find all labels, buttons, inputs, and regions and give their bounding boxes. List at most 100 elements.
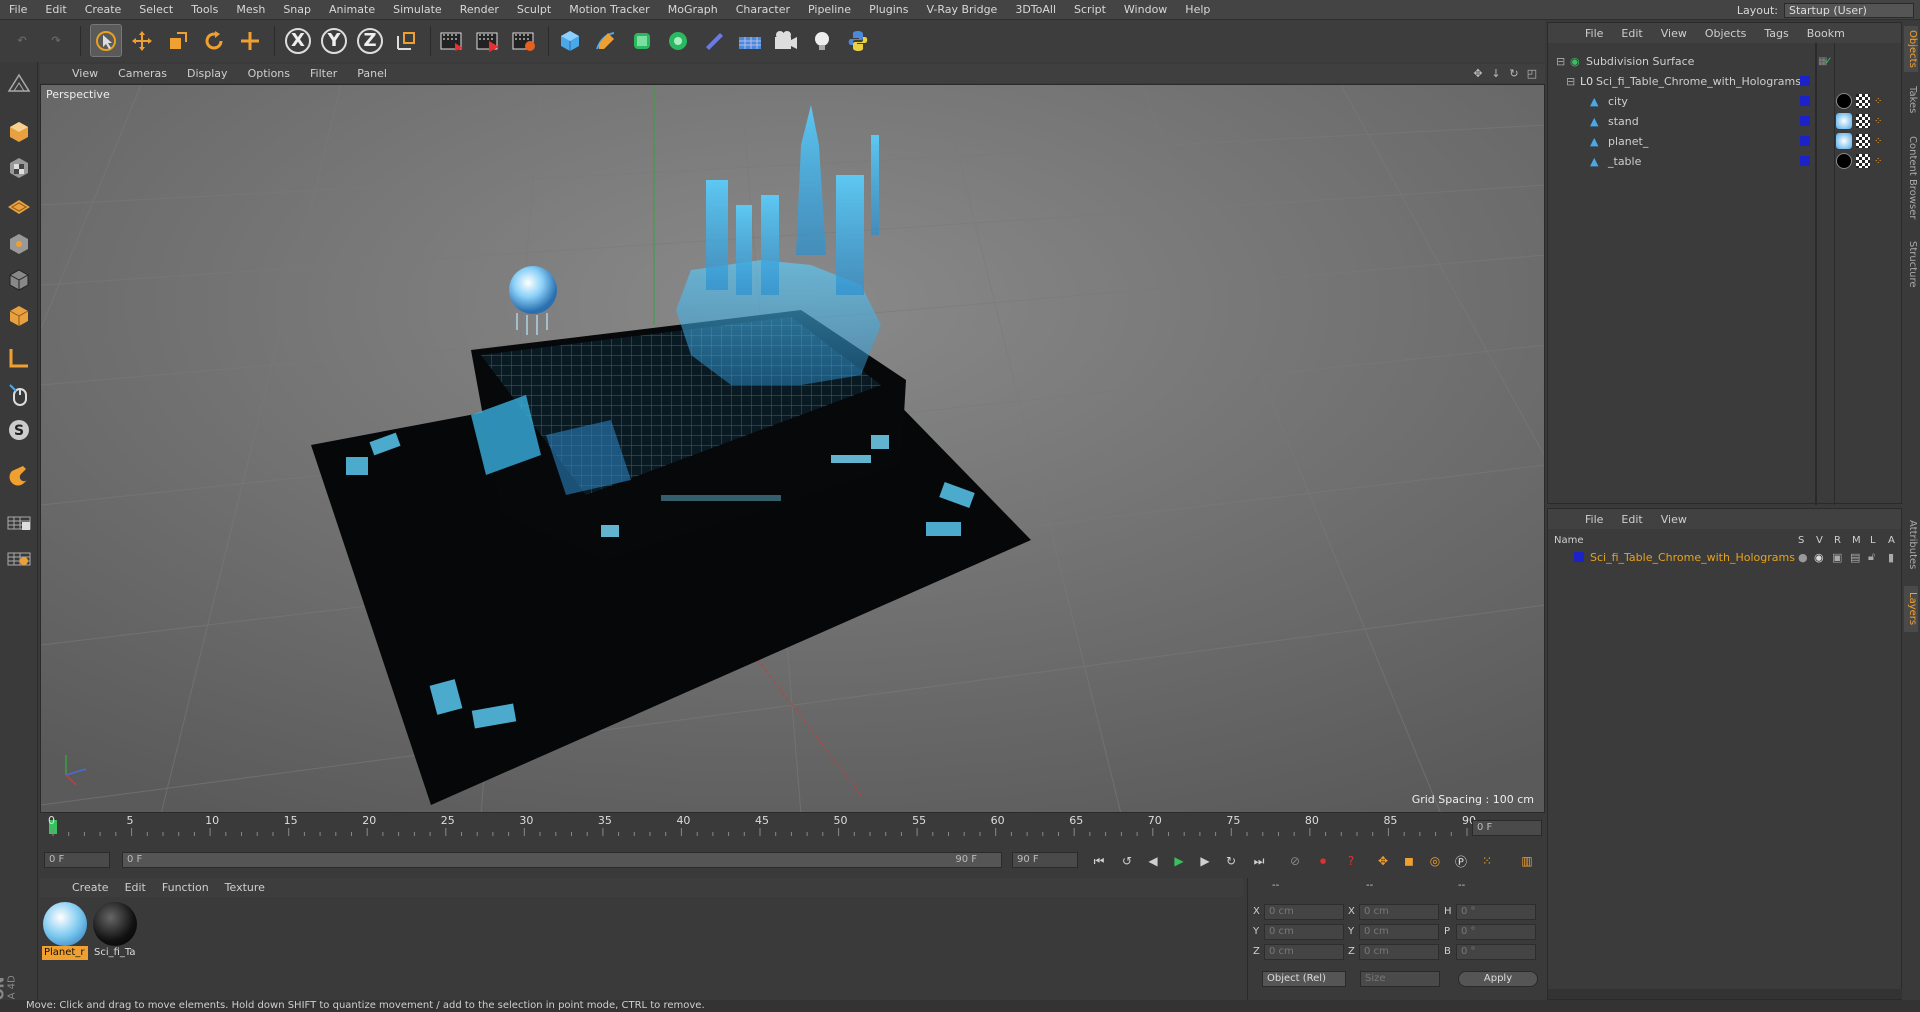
layer-menu-edit[interactable]: Edit [1612, 513, 1651, 526]
next-frame-icon[interactable]: ▶ [1194, 850, 1216, 872]
key-scale-icon[interactable]: ◼ [1398, 850, 1420, 872]
key-param-icon[interactable]: Ⓟ [1450, 850, 1472, 872]
end-frame-field[interactable]: 90 F [1012, 852, 1078, 868]
layer-scrollbar[interactable] [1548, 989, 1903, 999]
viewport-menu-view[interactable]: View [62, 67, 108, 80]
layer-menu-file[interactable]: File [1576, 513, 1612, 526]
tab-content-browser[interactable]: Content Browser [1904, 128, 1918, 228]
model-mode-icon[interactable] [3, 116, 35, 148]
menu-vray-bridge[interactable]: V-Ray Bridge [917, 3, 1006, 16]
coord-field-sz[interactable]: 0 cm [1359, 944, 1439, 960]
menu-3dtoall[interactable]: 3DToAll [1006, 3, 1065, 16]
layer-color-swatch[interactable] [1800, 96, 1810, 106]
layer-menu-view[interactable]: View [1652, 513, 1696, 526]
mograph-cloner-icon[interactable] [662, 24, 694, 57]
workplane-mode-icon[interactable] [3, 188, 35, 220]
prev-key-icon[interactable]: ↺ [1116, 850, 1138, 872]
object-row-scifi-table[interactable]: ⊟ L0 Sci_fi_Table_Chrome_with_Holograms [1548, 71, 1903, 91]
prev-frame-icon[interactable]: ◀ [1142, 850, 1164, 872]
layer-color-swatch[interactable] [1800, 136, 1810, 146]
viewport-dolly-icon[interactable]: ↓ [1489, 66, 1503, 80]
move-tool-icon[interactable] [126, 24, 158, 57]
floor-environment-icon[interactable] [734, 24, 766, 57]
tweak-mode-icon[interactable] [3, 378, 35, 410]
live-select-icon[interactable] [234, 24, 266, 57]
texture-mode-icon[interactable] [3, 152, 35, 184]
key-pla-icon[interactable]: ⁙ [1476, 850, 1498, 872]
tab-objects[interactable]: Objects [1904, 26, 1918, 72]
object-row-subdivision[interactable]: ⊟ ◉ Subdivision Surface ▦ ✓ [1548, 51, 1903, 71]
menu-character[interactable]: Character [727, 3, 799, 16]
viewport-menu-panel[interactable]: Panel [347, 67, 397, 80]
expand-icon[interactable]: ⊟ [1566, 75, 1575, 88]
menu-window[interactable]: Window [1115, 3, 1176, 16]
rotate-tool-icon[interactable] [198, 24, 230, 57]
layer-row[interactable]: Sci_fi_Table_Chrome_with_Holograms ● ◉ ▣… [1548, 547, 1903, 567]
scale-tool-icon[interactable] [162, 24, 194, 57]
key-rotation-icon[interactable]: ◎ [1424, 850, 1446, 872]
coord-field-px[interactable]: 0 cm [1264, 904, 1344, 920]
uvw-tag-icon[interactable]: ⁘ [1874, 136, 1882, 147]
layer-color-swatch[interactable] [1574, 552, 1584, 562]
viewport-move-icon[interactable]: ✥ [1471, 66, 1485, 80]
object-row-planet[interactable]: ▲ planet_ ⁘ [1548, 131, 1903, 151]
menu-mograph[interactable]: MoGraph [659, 3, 727, 16]
render-settings-icon[interactable] [508, 24, 540, 57]
viewport-menu-options[interactable]: Options [238, 67, 300, 80]
phong-tag-icon[interactable] [1856, 134, 1870, 148]
render-picture-viewer-icon[interactable] [472, 24, 504, 57]
goto-start-icon[interactable]: ⏮ [1088, 850, 1110, 872]
record-keys-icon[interactable]: ⊘ [1284, 850, 1306, 872]
material-swatch-planet[interactable]: Planet_r [42, 902, 88, 962]
menu-motion-tracker[interactable]: Motion Tracker [560, 3, 658, 16]
uvw-tag-icon[interactable]: ⁘ [1874, 116, 1882, 127]
magnet-icon[interactable] [3, 460, 35, 492]
tab-structure[interactable]: Structure [1904, 236, 1918, 292]
layer-anim-icon[interactable]: ▮ [1888, 551, 1894, 564]
viewport-menu-display[interactable]: Display [177, 67, 238, 80]
key-position-icon[interactable]: ✥ [1372, 850, 1394, 872]
size-mode-dropdown[interactable]: Size [1360, 971, 1440, 987]
snap-toggle-icon[interactable]: S [3, 414, 35, 446]
tab-attributes[interactable]: Attributes [1904, 512, 1918, 578]
timeline-ruler[interactable]: 0 5 10 15 20 25 30 35 40 45 50 55 60 65 70 75 80 85 90 0 F [40, 814, 1545, 842]
pen-spline-icon[interactable] [590, 24, 622, 57]
menu-pipeline[interactable]: Pipeline [799, 3, 860, 16]
tab-takes[interactable]: Takes [1904, 80, 1918, 120]
keyframe-selection-icon[interactable]: ? [1340, 850, 1362, 872]
timeline-window-icon[interactable]: ▥ [1516, 850, 1538, 872]
layer-color-swatch[interactable] [1800, 76, 1810, 86]
coord-field-b[interactable]: 0 ° [1456, 944, 1536, 960]
3d-viewport[interactable]: Perspective Grid Spacing : 100 cm [40, 84, 1545, 813]
menu-edit[interactable]: Edit [36, 3, 75, 16]
uvw-tag-icon[interactable]: ⁘ [1874, 96, 1882, 107]
layer-color-swatch[interactable] [1800, 156, 1810, 166]
coord-field-py[interactable]: 0 cm [1264, 924, 1344, 940]
select-tool-icon[interactable] [90, 24, 122, 57]
phong-tag-icon[interactable] [1856, 94, 1870, 108]
layer-visible-icon[interactable]: ◉ [1814, 551, 1824, 564]
viewport-menu-cameras[interactable]: Cameras [108, 67, 177, 80]
obj-menu-file[interactable]: File [1576, 27, 1612, 40]
coord-mode-dropdown[interactable]: Object (Rel) [1262, 971, 1346, 987]
current-frame-field[interactable]: 0 F [1472, 820, 1542, 836]
obj-menu-edit[interactable]: Edit [1612, 27, 1651, 40]
next-key-icon[interactable]: ↻ [1220, 850, 1242, 872]
points-mode-icon[interactable] [3, 228, 35, 260]
menu-select[interactable]: Select [130, 3, 182, 16]
viewport-rotate-icon[interactable]: ↻ [1507, 66, 1521, 80]
obj-menu-bookmarks[interactable]: Bookm [1798, 27, 1854, 40]
layer-manager-icon[interactable]: ▤ [1850, 551, 1860, 564]
object-row-stand[interactable]: ▲ stand ⁘ [1548, 111, 1903, 131]
layer-color-swatch[interactable] [1800, 116, 1810, 126]
coord-field-sy[interactable]: 0 cm [1359, 924, 1439, 940]
autokey-icon[interactable]: ⏺ [1312, 850, 1334, 872]
layer-lock-icon[interactable]: 🔓︎ [1868, 550, 1875, 564]
play-icon[interactable]: ▶ [1168, 850, 1190, 872]
polygons-mode-icon[interactable] [3, 300, 35, 332]
obj-menu-tags[interactable]: Tags [1755, 27, 1797, 40]
obj-menu-objects[interactable]: Objects [1696, 27, 1756, 40]
make-editable-icon[interactable] [3, 68, 35, 100]
menu-plugins[interactable]: Plugins [860, 3, 917, 16]
deformer-icon[interactable] [698, 24, 730, 57]
